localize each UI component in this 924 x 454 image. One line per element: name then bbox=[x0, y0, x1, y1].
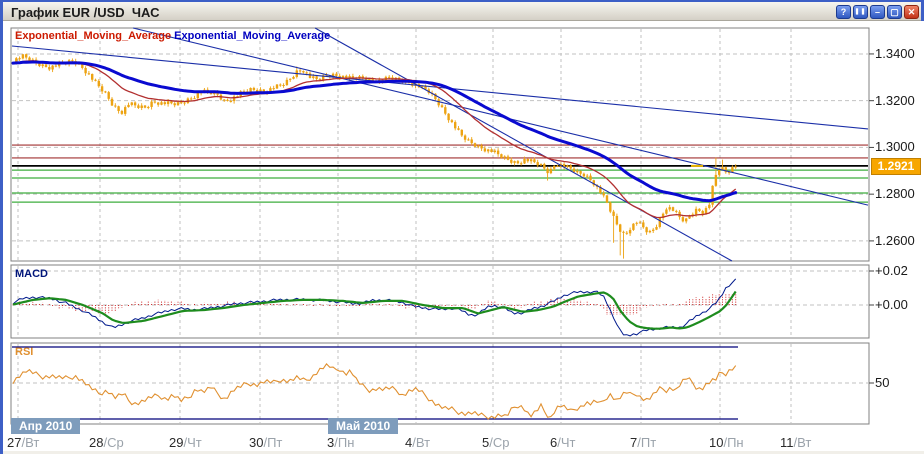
time-axis-label: 6/Чт bbox=[550, 435, 575, 450]
tick-weekday: /Вт bbox=[21, 435, 40, 450]
maximize-button[interactable]: ▢ bbox=[887, 5, 902, 19]
tick-weekday: /Ср bbox=[103, 435, 124, 450]
tick-day: 27 bbox=[7, 435, 22, 450]
month-badge: Май 2010 bbox=[328, 418, 399, 434]
chart-legend: Exponential_Moving_Average Exponential_M… bbox=[15, 30, 330, 42]
macd-axis-label: +0.00 bbox=[875, 297, 908, 312]
price-axis-label: 1.3200 bbox=[875, 92, 915, 108]
legend-ema-red: Exponential_Moving_Average bbox=[15, 30, 172, 42]
close-button[interactable]: ✕ bbox=[904, 5, 919, 19]
title-bar[interactable]: График EUR /USD ЧАС ? ❚❚ – ▢ ✕ bbox=[3, 0, 924, 21]
minimize-button[interactable]: – bbox=[870, 5, 885, 19]
window-buttons: ? ❚❚ – ▢ ✕ bbox=[836, 5, 919, 19]
price-axis-label: 1.3400 bbox=[875, 45, 915, 61]
tick-day: 10 bbox=[709, 435, 724, 450]
window-title: График EUR /USD ЧАС bbox=[11, 5, 160, 20]
tick-weekday: /Пт bbox=[263, 435, 283, 450]
tick-day: 28 bbox=[89, 435, 104, 450]
tick-weekday: /Пн bbox=[723, 435, 744, 450]
legend-ema-blue: Exponential_Moving_Average bbox=[174, 30, 331, 42]
tick-weekday: /Вт bbox=[793, 435, 812, 450]
tick-day: 11 bbox=[780, 435, 794, 450]
price-axis-label: 1.3000 bbox=[875, 139, 915, 155]
tick-weekday: /Пн bbox=[334, 435, 355, 450]
macd-panel-label: MACD bbox=[15, 268, 48, 280]
tick-day: 29 bbox=[169, 435, 184, 450]
pause-button[interactable]: ❚❚ bbox=[853, 5, 868, 19]
tick-weekday: /Чт bbox=[183, 435, 202, 450]
price-axis-label: 1.2600 bbox=[875, 232, 915, 248]
chart-window: График EUR /USD ЧАС ? ❚❚ – ▢ ✕ Exponential_M… bbox=[0, 0, 924, 454]
rsi-axis-label: 50 bbox=[875, 375, 890, 390]
tick-day: 30 bbox=[249, 435, 264, 450]
month-badge: Апр 2010 bbox=[11, 418, 81, 434]
time-axis-label: 3/Пн bbox=[327, 435, 354, 450]
time-axis-label: 29/Чт bbox=[169, 435, 202, 450]
time-axis-label: 30/Пт bbox=[249, 435, 282, 450]
time-axis-label: 28/Ср bbox=[89, 435, 124, 450]
time-axis-label: 5/Ср bbox=[482, 435, 509, 450]
macd-axis-label: +0.02 bbox=[875, 263, 908, 278]
rsi-panel-label: RSI bbox=[15, 346, 34, 358]
tick-weekday: /Пт bbox=[637, 435, 657, 450]
chart-canvas[interactable] bbox=[3, 0, 924, 454]
help-button[interactable]: ? bbox=[836, 5, 851, 19]
tick-weekday: /Ср bbox=[489, 435, 510, 450]
time-axis-label: 7/Пт bbox=[630, 435, 656, 450]
price-axis-label: 1.2800 bbox=[875, 186, 915, 202]
time-axis-label: 27/Вт bbox=[7, 435, 39, 450]
tick-weekday: /Вт bbox=[412, 435, 431, 450]
time-axis-label: 11/Вт bbox=[780, 435, 811, 450]
tick-weekday: /Чт bbox=[557, 435, 576, 450]
time-axis-label: 10/Пн bbox=[709, 435, 744, 450]
axis-tick-marks bbox=[869, 53, 874, 384]
current-price-badge: 1.2921 bbox=[871, 157, 921, 175]
time-axis-label: 4/Вт bbox=[405, 435, 430, 450]
